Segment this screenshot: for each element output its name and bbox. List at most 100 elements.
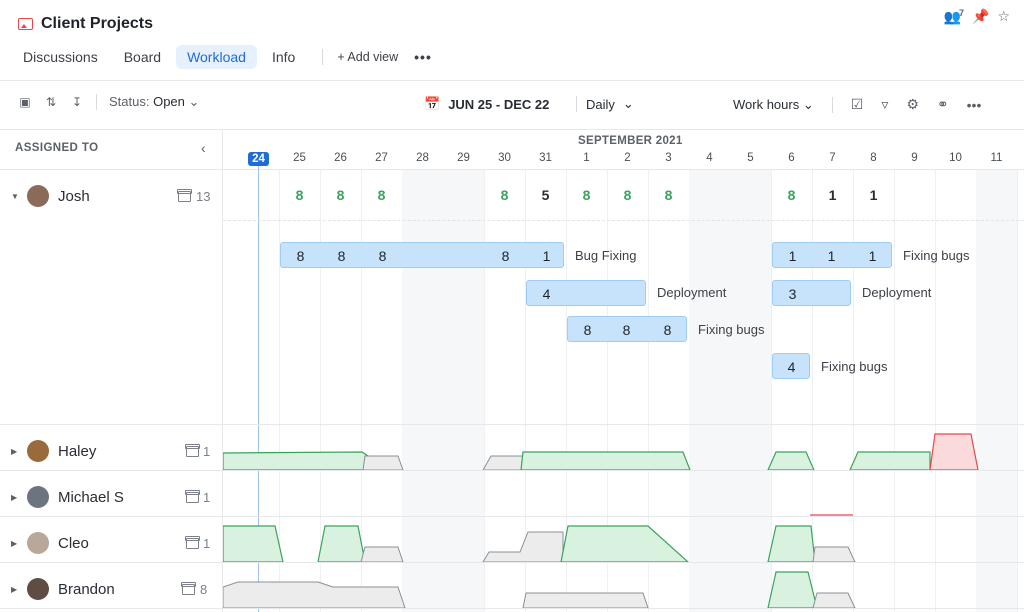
haley-workload-chart — [223, 433, 979, 470]
day-header: 5 — [730, 152, 771, 164]
caret-right-icon[interactable]: ▶ — [11, 539, 17, 548]
neutral-area — [812, 592, 856, 608]
neutral-area — [482, 531, 564, 562]
more-tabs-icon[interactable]: ••• — [408, 49, 438, 65]
row-divider — [0, 608, 1024, 609]
watchers-icon[interactable]: 👥7 — [944, 8, 964, 26]
task-label[interactable]: Deployment — [657, 285, 726, 300]
expand-rows-icon[interactable]: ↧ — [70, 95, 84, 109]
add-view-button[interactable]: + Add view — [331, 50, 404, 64]
day-number: 24 — [248, 152, 269, 166]
tabs-divider — [322, 49, 324, 65]
day-number: 28 — [416, 152, 429, 164]
daily-total: 8 — [623, 187, 632, 203]
under-capacity-area — [317, 525, 366, 562]
measure-select[interactable]: Work hours ⌄ — [733, 97, 814, 113]
under-capacity-area — [849, 451, 931, 470]
person-name: Michael S — [58, 488, 124, 506]
daily-total: 8 — [295, 187, 304, 203]
tab-board[interactable]: Board — [113, 45, 172, 69]
day-number: 9 — [911, 152, 918, 164]
neutral-area — [482, 455, 524, 470]
collapse-panel-icon[interactable]: ‹ — [201, 140, 206, 156]
hours-value: 1 — [788, 248, 797, 264]
person-row-michael-s[interactable]: ▶ Michael S 1 — [0, 485, 222, 509]
day-number: 30 — [498, 152, 511, 164]
day-header: 29 — [443, 152, 484, 164]
person-row-josh[interactable]: ▼ Josh 13 — [0, 184, 222, 208]
person-row-cleo[interactable]: ▶ Cleo 1 — [0, 531, 222, 555]
caret-right-icon[interactable]: ▶ — [11, 493, 17, 502]
tab-workload[interactable]: Workload — [176, 45, 257, 69]
date-range-picker[interactable]: 📅 JUN 25 - DEC 22 — [424, 96, 549, 112]
task-label[interactable]: Fixing bugs — [821, 359, 887, 374]
caret-right-icon[interactable]: ▶ — [11, 447, 17, 456]
collapse-rows-icon[interactable]: ⇅ — [44, 95, 58, 109]
task-bar[interactable]: 8 8 8 — [567, 316, 687, 342]
person-row-brandon[interactable]: ▶ Brandon 8 — [0, 577, 222, 601]
filter-icon[interactable]: ▿ — [881, 96, 888, 113]
day-header: 26 — [320, 152, 361, 164]
person-row-haley[interactable]: ▶ Haley 1 — [0, 439, 222, 463]
person-name: Brandon — [58, 580, 115, 598]
day-header: 1 — [566, 152, 607, 164]
tab-discussions[interactable]: Discussions — [12, 45, 109, 69]
archive-icon — [177, 189, 192, 202]
under-capacity-area — [767, 525, 816, 562]
day-header: 11 — [976, 152, 1017, 164]
neutral-area — [360, 546, 404, 562]
checkbox-icon[interactable]: ☑ — [851, 96, 864, 113]
chevron-down-icon: ⌄ — [188, 94, 200, 109]
daily-total: 1 — [828, 187, 837, 203]
task-bar[interactable]: 4 — [772, 353, 810, 379]
star-icon[interactable]: ☆ — [997, 8, 1010, 25]
day-number: 25 — [293, 152, 306, 164]
chevron-down-icon: ⌄ — [622, 96, 634, 111]
view-tabs: Discussions Board Workload Info + Add vi… — [12, 44, 438, 70]
pin-icon[interactable]: 📌 — [972, 8, 989, 25]
task-bar[interactable]: 8 8 8 8 1 — [280, 242, 564, 268]
image-view-icon[interactable]: ▣ — [18, 95, 32, 109]
status-filter[interactable]: Status: Open ⌄ — [109, 94, 199, 110]
scale-select[interactable]: Daily ⌄ — [586, 96, 634, 112]
project-image-icon — [18, 18, 33, 30]
hours-value: 4 — [787, 359, 796, 375]
task-label[interactable]: Bug Fixing — [575, 248, 636, 263]
under-capacity-area — [767, 451, 815, 470]
task-bar[interactable]: 3 — [772, 280, 851, 306]
more-options-icon[interactable]: ••• — [967, 97, 982, 113]
task-bar[interactable]: 1 1 1 — [772, 242, 892, 268]
month-label: SEPTEMBER 2021 — [578, 135, 683, 147]
toolbar-right: Work hours ⌄ ☑ ▿ ⚙ ⚭ ••• — [733, 96, 981, 113]
daily-total: 8 — [500, 187, 509, 203]
task-count: 13 — [196, 189, 211, 204]
caret-down-icon[interactable]: ▼ — [11, 192, 19, 201]
hours-value: 1 — [542, 248, 551, 264]
daily-total: 8 — [664, 187, 673, 203]
task-label[interactable]: Fixing bugs — [903, 248, 969, 263]
tab-info[interactable]: Info — [261, 45, 306, 69]
calendar-icon: 📅 — [424, 96, 441, 111]
day-number: 11 — [990, 152, 1003, 164]
task-count: 1 — [203, 536, 211, 551]
toolbar-divider — [96, 94, 97, 110]
chevron-down-icon: ⌄ — [802, 96, 814, 112]
hours-value: 8 — [296, 248, 305, 264]
share-icon[interactable]: ⚭ — [937, 96, 949, 113]
hours-value: 1 — [827, 248, 836, 264]
status-value: Open — [153, 94, 185, 109]
person-name: Haley — [58, 442, 97, 460]
brandon-workload-chart — [223, 571, 856, 608]
header-divider — [0, 80, 1024, 81]
task-bar[interactable]: 4 — [526, 280, 646, 306]
settings-icon[interactable]: ⚙ — [906, 96, 919, 113]
avatar — [27, 532, 49, 554]
task-label[interactable]: Fixing bugs — [698, 322, 764, 337]
toolbar-divider — [831, 96, 833, 113]
day-header: 24 — [238, 152, 279, 166]
day-header: 4 — [689, 152, 730, 164]
task-label[interactable]: Deployment — [862, 285, 931, 300]
day-header: 25 — [279, 152, 320, 164]
daily-total: 8 — [787, 187, 796, 203]
caret-right-icon[interactable]: ▶ — [11, 585, 17, 594]
